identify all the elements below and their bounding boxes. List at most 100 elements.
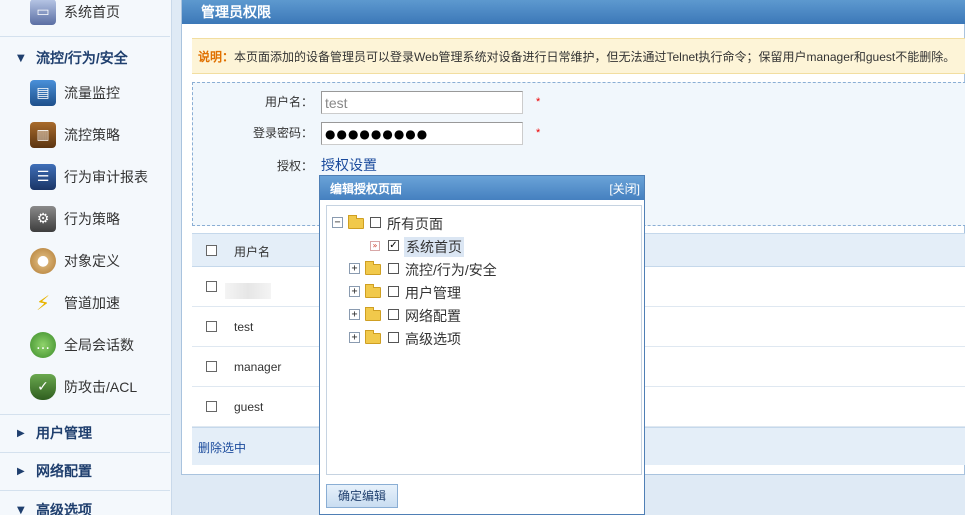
divider xyxy=(0,414,170,415)
sidebar-item-behavior-policy[interactable]: ⚙ 行为策略 xyxy=(0,198,170,240)
acceleration-icon: ⚡ xyxy=(35,291,51,315)
audit-report-icon: ☰ xyxy=(30,164,56,190)
sidebar-item-label: 系统首页 xyxy=(64,4,120,20)
description-note: 说明：本页面添加的设备管理员可以登录Web管理系统对设备进行日常维护，但无法通过… xyxy=(192,38,965,74)
sidebar-item-home[interactable]: ▭ 系统首页 xyxy=(0,0,170,33)
password-input[interactable] xyxy=(321,122,523,145)
sidebar: ▭ 系统首页 ▼ 流控/行为/安全 ▤ 流量监控 ▥ 流控策略 ☰ 行为审计报表… xyxy=(0,0,172,515)
close-button[interactable]: [关闭] xyxy=(609,180,640,197)
monitor-icon: ▭ xyxy=(30,0,56,25)
auth-settings-link[interactable]: 授权设置 xyxy=(321,155,377,175)
tree-checkbox[interactable] xyxy=(388,263,399,274)
tree-label[interactable]: 网络配置 xyxy=(405,306,461,326)
tree-node-flow: + 流控/行为/安全 xyxy=(327,259,627,279)
confirm-edit-button[interactable]: 确定编辑 xyxy=(326,484,398,508)
section-user-management[interactable]: ▶ 用户管理 xyxy=(0,418,170,448)
folder-icon xyxy=(365,261,381,275)
flow-policy-icon: ▥ xyxy=(30,122,56,148)
tree-label[interactable]: 高级选项 xyxy=(405,329,461,349)
chevron-right-icon: ▶ xyxy=(17,465,25,477)
column-header-username: 用户名 xyxy=(234,245,271,259)
dialog-header: 编辑授权页面 [关闭] xyxy=(320,176,644,200)
username-label: 用户名： xyxy=(264,95,313,109)
select-all-checkbox[interactable] xyxy=(206,245,217,256)
tree-node-users: + 用户管理 xyxy=(327,282,627,302)
section-flow-behavior-security[interactable]: ▼ 流控/行为/安全 xyxy=(0,43,170,73)
password-label: 登录密码： xyxy=(252,126,313,140)
note-text: 本页面添加的设备管理员可以登录Web管理系统对设备进行日常维护，但无法通过Tel… xyxy=(234,50,956,64)
chevron-down-icon: ▼ xyxy=(17,504,25,515)
sidebar-item-label: 流控策略 xyxy=(64,127,120,143)
section-label: 流控/行为/安全 xyxy=(36,50,128,66)
tree-checkbox[interactable] xyxy=(388,332,399,343)
section-advanced-options[interactable]: ▼ 高级选项 xyxy=(0,495,170,515)
tree-label[interactable]: 流控/行为/安全 xyxy=(405,260,497,280)
redacted-username xyxy=(225,283,271,299)
chevron-down-icon: ▼ xyxy=(17,52,25,64)
sidebar-item-label: 对象定义 xyxy=(64,253,120,269)
tree-node-network: + 网络配置 xyxy=(327,305,627,325)
divider xyxy=(0,36,170,37)
behavior-policy-icon: ⚙ xyxy=(30,206,56,232)
sidebar-item-traffic-monitor[interactable]: ▤ 流量监控 xyxy=(0,72,170,114)
tree-label[interactable]: 系统首页 xyxy=(404,237,464,257)
section-label: 高级选项 xyxy=(36,502,92,515)
sidebar-item-object-definition[interactable]: ● 对象定义 xyxy=(0,240,170,282)
edit-auth-dialog: 编辑授权页面 [关闭] − 所有页面 » ✓ 系统首页 + 流控/行为/安全 + xyxy=(319,175,645,515)
sidebar-item-acceleration[interactable]: ⚡ 管道加速 xyxy=(0,282,170,324)
row-checkbox[interactable] xyxy=(206,281,217,292)
username-input[interactable] xyxy=(321,91,523,114)
tree-checkbox[interactable] xyxy=(388,286,399,297)
sidebar-item-anti-attack-acl[interactable]: ✓ 防攻击/ACL xyxy=(0,366,170,408)
folder-open-icon xyxy=(348,215,364,229)
row-checkbox[interactable] xyxy=(206,361,217,372)
tree-checkbox[interactable] xyxy=(388,309,399,320)
sidebar-item-global-sessions[interactable]: … 全局会话数 xyxy=(0,324,170,366)
row-checkbox[interactable] xyxy=(206,321,217,332)
tree-label: 所有页面 xyxy=(387,216,443,232)
folder-icon xyxy=(365,284,381,298)
sidebar-item-label: 防攻击/ACL xyxy=(64,379,138,395)
folder-icon xyxy=(365,330,381,344)
traffic-monitor-icon: ▤ xyxy=(30,80,56,106)
divider xyxy=(0,490,170,491)
required-mark: * xyxy=(536,96,541,108)
required-mark: * xyxy=(536,127,541,139)
section-label: 用户管理 xyxy=(36,425,92,441)
permission-tree: − 所有页面 » ✓ 系统首页 + 流控/行为/安全 + 用户管理 + 网络配置… xyxy=(326,205,642,475)
sidebar-item-label: 行为策略 xyxy=(64,211,120,227)
row-checkbox[interactable] xyxy=(206,401,217,412)
expand-icon[interactable]: + xyxy=(349,332,360,343)
divider xyxy=(0,452,170,453)
note-label: 说明： xyxy=(198,50,235,64)
sidebar-item-label: 行为审计报表 xyxy=(64,169,148,185)
chevron-right-icon: ▶ xyxy=(17,427,25,439)
tree-label[interactable]: 用户管理 xyxy=(405,283,461,303)
auth-label: 授权： xyxy=(276,159,313,173)
palette-icon: ● xyxy=(30,248,56,274)
username-cell: test xyxy=(234,320,254,334)
username-cell: guest xyxy=(234,400,264,414)
chat-icon: … xyxy=(30,332,56,358)
tree-checkbox-checked[interactable]: ✓ xyxy=(388,240,399,251)
tree-checkbox[interactable] xyxy=(370,217,381,228)
dialog-title: 编辑授权页面 xyxy=(330,182,403,196)
tree-node-advanced: + 高级选项 xyxy=(327,328,627,348)
expand-icon[interactable]: + xyxy=(349,263,360,274)
sidebar-item-flow-policy[interactable]: ▥ 流控策略 xyxy=(0,114,170,156)
username-cell: manager xyxy=(234,360,282,374)
sidebar-item-label: 流量监控 xyxy=(64,85,120,101)
expand-icon[interactable]: + xyxy=(349,309,360,320)
panel-header: 管理员权限 xyxy=(182,0,965,24)
page-title: 管理员权限 xyxy=(201,4,271,20)
sidebar-item-audit-report[interactable]: ☰ 行为审计报表 xyxy=(0,156,170,198)
sidebar-item-label: 全局会话数 xyxy=(64,337,134,353)
section-network-config[interactable]: ▶ 网络配置 xyxy=(0,456,170,486)
page-leaf-icon: » xyxy=(370,241,380,251)
section-label: 网络配置 xyxy=(36,463,92,479)
sidebar-item-label: 管道加速 xyxy=(64,295,120,311)
tree-node-root: − 所有页面 xyxy=(327,213,627,233)
delete-selected-link[interactable]: 删除选中 xyxy=(198,439,246,456)
collapse-icon[interactable]: − xyxy=(332,217,343,228)
expand-icon[interactable]: + xyxy=(349,286,360,297)
